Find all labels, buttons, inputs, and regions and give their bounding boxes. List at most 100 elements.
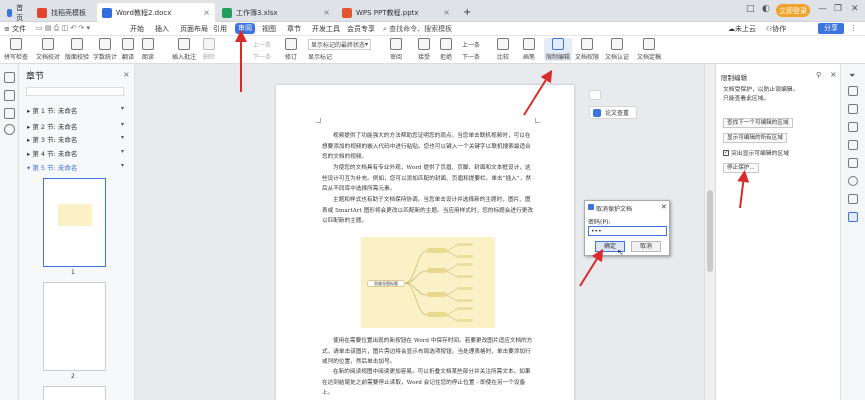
next-comment-button[interactable]: 下一条 <box>253 52 271 61</box>
minimize-button[interactable]: — <box>818 4 827 14</box>
settings-icon[interactable] <box>848 140 858 150</box>
pages-icon[interactable] <box>4 90 15 101</box>
menu-developer[interactable]: 开发工具 <box>312 24 340 34</box>
markup-mode-select[interactable]: 显示标记的最终状态 ▾ <box>308 39 372 50</box>
word-count-button[interactable]: 字数统计 <box>93 38 117 61</box>
highlight-editable-checkbox[interactable]: ✓ 突出显示可编辑的区域 <box>723 148 789 157</box>
chapter-item-2[interactable]: ▸ 第 2 节: 未命名 <box>27 121 77 131</box>
review-pane-button[interactable]: 审阅 <box>390 38 402 61</box>
prev-change-button[interactable]: 上一条 <box>462 40 480 49</box>
layout-check-button[interactable]: 版面校验 <box>65 38 89 61</box>
dialog-close-icon[interactable]: ✕ <box>661 203 667 211</box>
shape-icon[interactable] <box>848 122 858 132</box>
close-icon[interactable]: × <box>123 70 130 79</box>
compare-button[interactable]: 比较 <box>497 38 509 61</box>
reject-button[interactable]: 拒绝 <box>440 38 452 61</box>
chevron-down-icon[interactable]: ▾ <box>121 134 124 141</box>
chapter-toolbar[interactable] <box>26 87 124 96</box>
collapse-icon[interactable] <box>589 90 601 100</box>
chapter-item-5[interactable]: ▾ 第 5 节: 未命名 <box>27 162 77 172</box>
paper-check-button[interactable]: 论文查重 <box>589 106 637 119</box>
prev-comment-button[interactable]: 上一条 <box>253 40 271 49</box>
close-tab-icon[interactable]: × <box>323 8 330 17</box>
close-tab-icon[interactable]: × <box>203 8 210 17</box>
lock-icon[interactable] <box>848 212 858 222</box>
search-icon[interactable] <box>4 124 15 135</box>
doc-paragraph-3[interactable]: 主题和样式也有助于文档保持协调。当您单击设计并选择新的主题时，图片、图表或 Sm… <box>322 195 534 227</box>
cancel-button[interactable]: 取消 <box>631 241 661 252</box>
spell-check-button[interactable]: 拼写检查 <box>4 38 28 61</box>
accept-button[interactable]: 接受 <box>418 38 430 61</box>
page-thumbnail-1[interactable] <box>43 178 106 267</box>
insert-comment-button[interactable]: 插入批注 <box>172 38 196 61</box>
filter-icon[interactable]: ⏷ <box>849 71 855 81</box>
page-thumbnail-2[interactable] <box>43 282 106 371</box>
location-icon[interactable] <box>848 176 858 186</box>
doc-paragraph-4[interactable]: 使用在需要位置出现的新按钮在 Word 中保存时间。若要更改图片适应文档的方式，… <box>322 336 534 368</box>
close-icon[interactable]: × <box>830 70 837 79</box>
menu-chapter[interactable]: 章节 <box>287 24 301 34</box>
restrict-editing-button[interactable]: 限制编辑 <box>544 38 573 61</box>
delete-comment-button[interactable]: 删除 <box>203 38 215 61</box>
read-aloud-button[interactable]: 朗读 <box>142 38 154 61</box>
find-next-editable-button[interactable]: 查找下一个可编辑的区域 <box>723 118 793 128</box>
page-thumbnail-3[interactable] <box>43 386 106 400</box>
doc-paragraph-2[interactable]: 为使您的文档具有专业外观，Word 提供了页眉、页脚、封面和文本框设计，这些设计… <box>322 163 534 195</box>
track-changes-button[interactable]: 修订 <box>285 38 297 61</box>
doc-finalize-button[interactable]: 文档定稿 <box>637 38 661 61</box>
close-tab-icon[interactable]: × <box>443 8 450 17</box>
doc-permission-button[interactable]: 文档权限 <box>575 38 599 61</box>
pen-icon[interactable] <box>848 104 858 114</box>
chevron-down-icon[interactable]: ▾ <box>121 121 124 128</box>
tab-templates[interactable]: 找稻壳模板 <box>32 3 95 22</box>
doc-paragraph-1[interactable]: 视频提供了功能强大的方法帮助您证明您的观点。当您单击联机视频时，可以在想要添加的… <box>322 131 534 163</box>
chapter-item-1[interactable]: ▸ 第 1 节: 未命名 <box>27 105 77 115</box>
doc-paragraph-5[interactable]: 在新的阅读视图中阅读更加容易。可以折叠文档某些部分并关注所需文本。如果在达到结尾… <box>322 367 534 399</box>
menu-insert[interactable]: 插入 <box>155 24 169 34</box>
login-badge[interactable]: 立即登录 <box>776 4 810 17</box>
layout-icon[interactable] <box>848 158 858 168</box>
cloud-status[interactable]: ☁未上云 <box>728 24 756 34</box>
outline-icon[interactable] <box>4 72 15 83</box>
chevron-down-icon[interactable]: ▾ <box>121 162 124 169</box>
share-button[interactable]: 分享 <box>818 23 844 34</box>
quick-access-icons[interactable]: ▭ ▤ ⎙ ◫ ↶ ↷ ▾ <box>36 24 90 33</box>
more-icon[interactable]: ⋮ <box>850 24 857 32</box>
tab-home[interactable]: 首页 <box>2 3 30 22</box>
menu-member[interactable]: 会员专享 <box>347 24 375 34</box>
style-icon[interactable] <box>848 86 858 96</box>
skin-icon[interactable]: ◐ <box>762 4 770 14</box>
resize-icon[interactable] <box>848 194 858 204</box>
menu-references[interactable]: 引用 <box>213 24 227 34</box>
file-menu[interactable]: ≡ 文件 <box>4 24 26 34</box>
chevron-down-icon[interactable]: ▾ <box>121 148 124 155</box>
chevron-down-icon[interactable]: ▾ <box>121 105 124 112</box>
tab-excel[interactable]: 工作簿3.xlsx × <box>217 3 335 22</box>
doc-auth-button[interactable]: 文档认证 <box>605 38 629 61</box>
chapter-item-3[interactable]: ▸ 第 3 节: 未命名 <box>27 134 77 144</box>
doc-proofread-button[interactable]: 文档校对 <box>36 38 60 61</box>
scrollbar-thumb[interactable] <box>707 190 713 272</box>
search-commands[interactable]: ⌕ 查找命令、搜索模板 <box>383 24 452 34</box>
new-tab-button[interactable]: + <box>458 3 472 22</box>
menu-review[interactable]: 审阅 <box>235 23 255 34</box>
next-change-button[interactable]: 下一条 <box>462 52 480 61</box>
restore-button[interactable]: ❐ <box>834 4 842 14</box>
mindmap-image[interactable]: 思维导图标题 <box>361 237 495 328</box>
show-markup-button[interactable]: 显示标记 <box>308 52 332 61</box>
menu-layout[interactable]: 页面布局 <box>180 24 208 34</box>
ink-button[interactable]: 画笔 <box>523 38 535 61</box>
pin-icon[interactable]: ⚲ <box>816 71 821 79</box>
menu-view[interactable]: 视图 <box>262 24 276 34</box>
bookmark-icon[interactable] <box>4 108 15 119</box>
collab-button[interactable]: ⚇协作 <box>766 24 786 34</box>
stop-protection-button[interactable]: 停止保护... <box>723 163 759 173</box>
vertical-scrollbar[interactable] <box>704 64 715 400</box>
chapter-item-4[interactable]: ▸ 第 4 节: 未命名 <box>27 148 77 158</box>
grid-icon[interactable]: □ <box>746 4 755 14</box>
translate-button[interactable]: 翻译 <box>122 38 134 61</box>
show-all-editable-button[interactable]: 显示可编辑的所有区域 <box>723 133 787 143</box>
close-window-button[interactable]: ✕ <box>851 4 859 14</box>
password-input[interactable]: ••• <box>588 226 667 236</box>
menu-home[interactable]: 开始 <box>130 24 144 34</box>
